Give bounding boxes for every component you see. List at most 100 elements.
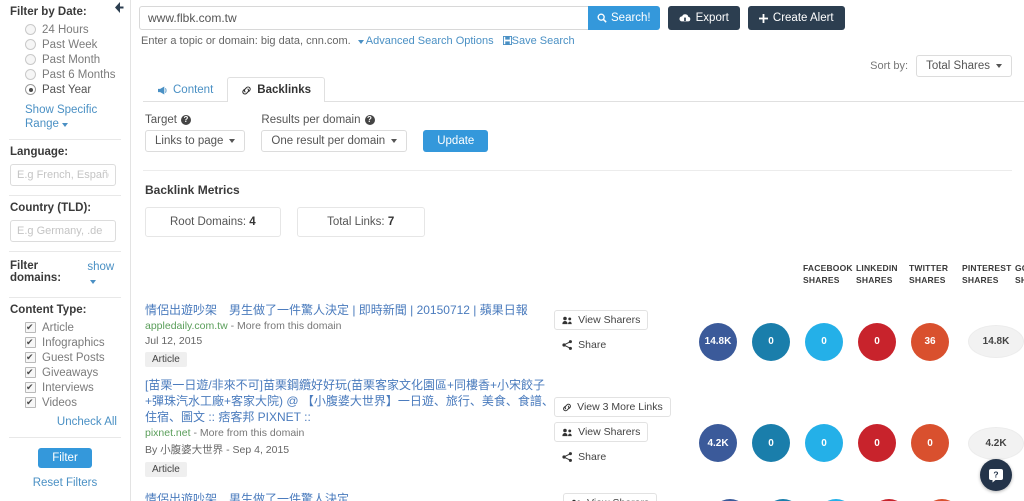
result-title-link[interactable]: [苗栗一日遊/非來不可]苗栗鋼纜好好玩(苗栗客家文化園區+同樓香+小宋餃子+彈珠… xyxy=(145,377,554,425)
view-sharers-button[interactable]: View Sharers xyxy=(554,422,649,442)
export-button[interactable]: Export xyxy=(667,6,740,30)
users-icon xyxy=(562,428,573,437)
date-option-label: Past Week xyxy=(42,38,98,51)
result-info: 情侶出遊吵架 男生做了一件驚人決定 nextmag.com.tw - More … xyxy=(131,491,563,501)
view-sharers-label: View Sharers xyxy=(578,426,641,438)
content-type-interviews[interactable]: Interviews xyxy=(9,380,121,395)
column-line1: PINTEREST xyxy=(962,263,1012,273)
column-line2: SHARES xyxy=(962,275,999,285)
help-button[interactable]: ? xyxy=(980,459,1012,491)
linkedin-shares-bubble: 0 xyxy=(752,322,790,361)
date-option-past-week[interactable]: Past Week xyxy=(9,37,121,52)
linkedin-shares-bubble: 0 xyxy=(752,424,790,462)
result-more-from-domain[interactable]: - More from this domain xyxy=(231,320,342,332)
country-title: Country (TLD): xyxy=(10,202,92,214)
backlink-metrics: Root Domains: 4 Total Links: 7 xyxy=(145,207,1024,237)
result-title-link[interactable]: 情侶出遊吵架 男生做了一件驚人決定 | 即時新聞 | 20150712 | 蘋果… xyxy=(145,302,554,318)
content-type-label: Videos xyxy=(42,396,77,409)
filter-domains-title: Filter domains: xyxy=(10,260,62,284)
column-line1: GOOGLE+ xyxy=(1015,263,1024,273)
table-row: [苗栗一日遊/非來不可]苗栗鋼纜好好玩(苗栗客家文化園區+同樓香+小宋餃子+彈珠… xyxy=(131,367,1024,477)
update-button[interactable]: Update xyxy=(423,130,489,152)
create-alert-button[interactable]: Create Alert xyxy=(747,6,845,30)
search-button[interactable]: Search! xyxy=(588,6,660,30)
tab-content[interactable]: Content xyxy=(143,77,227,102)
checkbox-icon xyxy=(25,351,36,363)
date-option-past-year[interactable]: Past Year xyxy=(9,82,121,97)
metric-label: Root Domains: xyxy=(170,216,247,228)
content-type-label: Guest Posts xyxy=(42,351,105,364)
view-sharers-button[interactable]: View Sharers xyxy=(554,310,649,330)
search-hint-text: Enter a topic or domain: big data, cnn.c… xyxy=(141,35,351,47)
content-type-label: Infographics xyxy=(42,336,105,349)
total-shares-bubble: 4.2K xyxy=(968,426,1024,460)
share-button[interactable]: Share xyxy=(554,335,615,355)
results-per-domain-select[interactable]: One result per domain xyxy=(261,130,408,152)
sort-by-select[interactable]: Total Shares xyxy=(916,55,1012,77)
date-option-label: Past Year xyxy=(42,83,92,96)
link-icon xyxy=(562,403,572,412)
export-button-label: Export xyxy=(695,12,729,24)
country-input[interactable] xyxy=(10,220,116,242)
chevron-down-icon xyxy=(391,139,398,143)
plus-icon xyxy=(758,13,768,23)
view-more-links-button[interactable]: View 3 More Links xyxy=(554,397,671,417)
buzzsumo-backlinks-page: Filter by Date: 24 Hours Past Week Past … xyxy=(0,0,1024,501)
column-facebook-shares: FACEBOOK SHARES xyxy=(803,262,856,286)
date-filter-title: Filter by Date: xyxy=(10,6,87,18)
checkbox-icon xyxy=(25,366,36,378)
search-input[interactable] xyxy=(139,6,589,30)
column-line1: FACEBOOK xyxy=(803,263,853,273)
content-type-giveaways[interactable]: Giveaways xyxy=(9,365,121,380)
date-option-24-hours[interactable]: 24 Hours xyxy=(9,22,121,37)
target-label: Target xyxy=(145,114,177,126)
target-select[interactable]: Links to page xyxy=(145,130,246,152)
content-type-videos[interactable]: Videos xyxy=(9,395,121,410)
result-domain-name[interactable]: pixnet.net xyxy=(145,427,191,439)
checkbox-icon xyxy=(25,381,36,393)
result-more-from-domain[interactable]: - More from this domain xyxy=(193,427,304,439)
metric-total-links: Total Links: 7 xyxy=(296,207,425,237)
content-type-infographics[interactable]: Infographics xyxy=(9,335,121,350)
main-content: Search! Export Create Alert Enter a topi… xyxy=(131,0,1024,501)
column-line2: SHARES xyxy=(909,275,946,285)
result-share-counts xyxy=(711,491,976,501)
share-button[interactable]: Share xyxy=(554,447,615,467)
divider xyxy=(9,139,121,140)
search-toolbar: Search! Export Create Alert xyxy=(131,0,1024,30)
result-domain: appledaily.com.tw - More from this domai… xyxy=(145,320,554,332)
content-type-label: Giveaways xyxy=(42,366,99,379)
language-input[interactable] xyxy=(10,164,116,186)
result-domain-name[interactable]: appledaily.com.tw xyxy=(145,320,228,332)
date-option-past-month[interactable]: Past Month xyxy=(9,52,121,67)
target-value: Links to page xyxy=(155,135,224,147)
result-share-counts: 14.8K 0 0 0 36 14.8K xyxy=(699,302,1024,367)
info-icon[interactable]: ? xyxy=(364,115,375,125)
content-type-guest-posts[interactable]: Guest Posts xyxy=(9,350,121,365)
tab-backlinks-label: Backlinks xyxy=(257,84,311,96)
divider xyxy=(9,297,121,298)
tab-backlinks[interactable]: Backlinks xyxy=(227,77,325,102)
collapse-sidebar-icon[interactable] xyxy=(111,1,125,15)
view-sharers-button[interactable]: View Sharers xyxy=(563,493,658,501)
share-icon xyxy=(562,340,573,350)
sort-by-value: Total Shares xyxy=(926,60,990,72)
column-linkedin-shares: LINKEDIN SHARES xyxy=(856,262,909,286)
save-search-link[interactable]: Save Search xyxy=(512,35,575,47)
column-pinterest-shares: PINTEREST SHARES xyxy=(962,262,1015,286)
date-option-past-6-months[interactable]: Past 6 Months xyxy=(9,67,121,82)
backlink-metrics-title: Backlink Metrics xyxy=(145,183,240,197)
uncheck-all-link[interactable]: Uncheck All xyxy=(57,416,117,428)
result-title-link[interactable]: 情侶出遊吵架 男生做了一件驚人決定 xyxy=(145,491,563,501)
advanced-search-options-link[interactable]: Advanced Search Options xyxy=(366,35,494,47)
question-bubble-icon: ? xyxy=(988,468,1004,483)
column-googleplus-shares: GOOGLE+ SHARES xyxy=(1015,262,1024,286)
info-icon[interactable]: ? xyxy=(180,115,191,125)
reset-filters-link[interactable]: Reset Filters xyxy=(33,477,98,489)
search-hint: Enter a topic or domain: big data, cnn.c… xyxy=(131,30,1024,47)
content-type-article[interactable]: Article xyxy=(9,320,121,335)
filter-domains-show-link[interactable]: show xyxy=(87,261,114,273)
chevron-down-icon xyxy=(229,139,236,143)
filter-button[interactable]: Filter xyxy=(38,448,92,468)
view-sharers-label: View Sharers xyxy=(578,314,641,326)
